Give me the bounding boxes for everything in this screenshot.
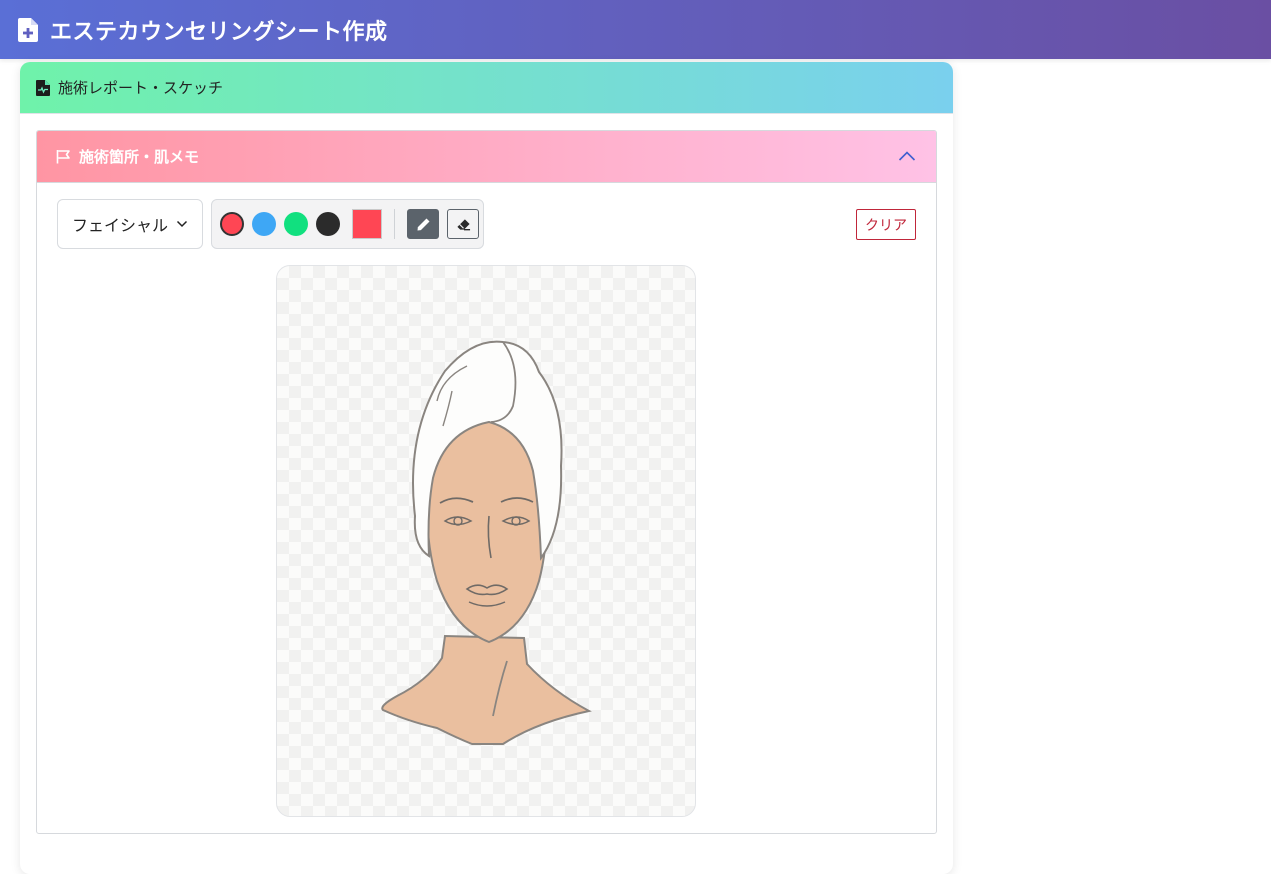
file-medical-icon — [36, 79, 50, 96]
panel-header[interactable]: 施術箇所・肌メモ — [37, 131, 936, 183]
section-title: 施術レポート・スケッチ — [58, 79, 224, 97]
drawing-toolbar: フェイシャル — [57, 199, 484, 249]
treatment-panel: 施術箇所・肌メモ フェイシャル クリア — [36, 130, 937, 834]
body-part-select[interactable]: フェイシャル — [57, 199, 203, 249]
clear-button[interactable]: クリア — [856, 209, 916, 240]
sketch-canvas[interactable] — [276, 265, 696, 817]
color-palette — [211, 199, 484, 249]
file-plus-icon — [18, 17, 38, 42]
face-template-illustration — [381, 340, 592, 745]
swatch-green[interactable] — [284, 212, 308, 236]
panel-title: 施術箇所・肌メモ — [79, 148, 200, 166]
color-picker[interactable] — [352, 209, 382, 239]
page-title: エステカウンセリングシート作成 — [50, 19, 388, 45]
report-card: 施術レポート・スケッチ 施術箇所・肌メモ フェイシャル クリア — [20, 62, 953, 874]
swatch-blue[interactable] — [252, 212, 276, 236]
eraser-tool-button[interactable] — [447, 209, 479, 239]
flag-icon — [56, 149, 71, 164]
app-header: エステカウンセリングシート作成 — [0, 0, 1271, 59]
swatch-red[interactable] — [220, 212, 244, 236]
toolbar-divider — [394, 209, 395, 239]
pencil-icon — [416, 217, 431, 232]
section-header: 施術レポート・スケッチ — [20, 62, 953, 114]
swatch-black[interactable] — [316, 212, 340, 236]
eraser-icon — [456, 217, 471, 232]
chevron-up-icon[interactable] — [898, 149, 916, 163]
pen-tool-button[interactable] — [407, 209, 439, 239]
body-part-select-value: フェイシャル — [71, 216, 168, 235]
chevron-down-icon — [176, 220, 188, 228]
